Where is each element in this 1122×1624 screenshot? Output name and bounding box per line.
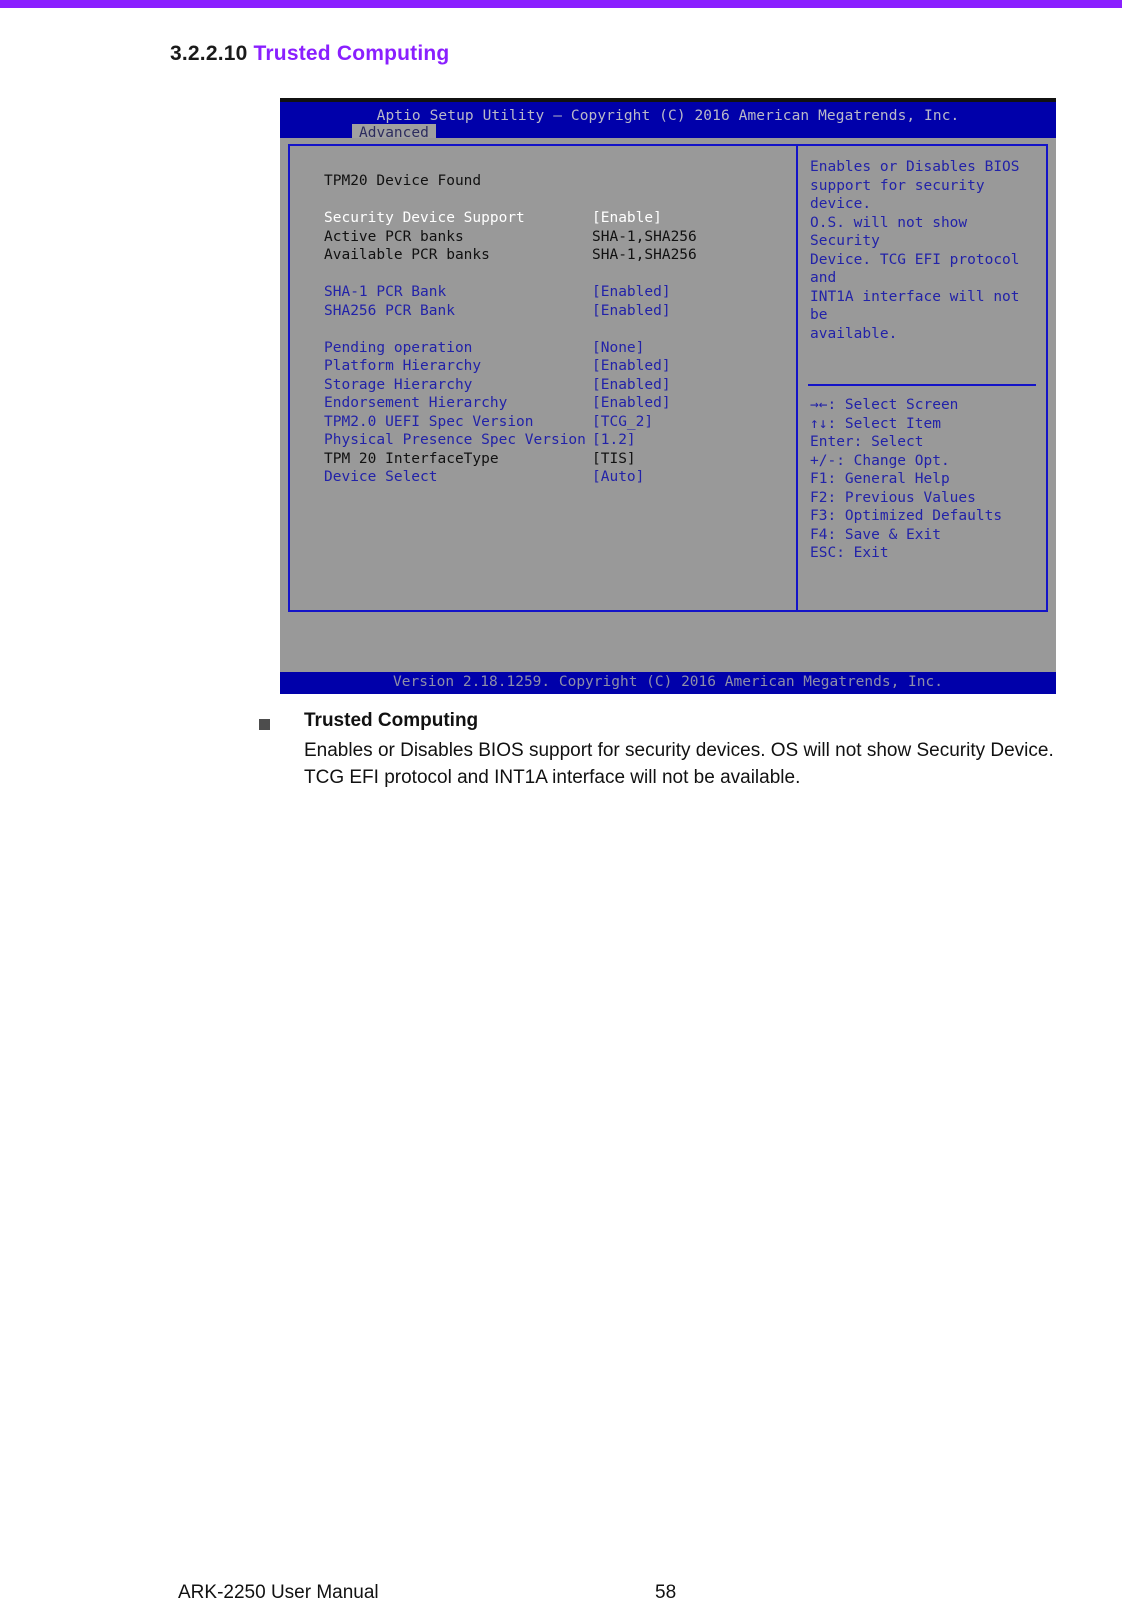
bios-setting-row[interactable]: SHA256 PCR Bank [Enabled]: [324, 302, 774, 321]
bios-help-text: Enables or Disables BIOS support for secu…: [810, 158, 1038, 343]
bios-item-list: TPM20 Device Found Security Device Suppor…: [324, 172, 774, 487]
key-legend-line: F1: General Help: [810, 471, 950, 487]
bios-setting-value[interactable]: [Enable]: [592, 209, 662, 228]
bios-setting-label: Available PCR banks: [324, 247, 490, 263]
bios-setting-row[interactable]: SHA-1 PCR Bank [Enabled]: [324, 283, 774, 302]
bios-setting-value[interactable]: [TIS]: [592, 450, 636, 469]
row-spacer: [324, 320, 774, 339]
bios-setting-value[interactable]: SHA-1,SHA256: [592, 228, 697, 247]
help-line: support for security device.: [810, 177, 985, 213]
bios-footer-bar: Version 2.18.1259. Copyright (C) 2016 Am…: [280, 672, 1056, 694]
bios-status-text: TPM20 Device Found: [324, 173, 482, 189]
bios-setting-row[interactable]: Platform Hierarchy [Enabled]: [324, 357, 774, 376]
bios-setting-value[interactable]: SHA-1,SHA256: [592, 246, 697, 265]
bios-setting-value[interactable]: [Enabled]: [592, 357, 671, 376]
bios-title-bar: Aptio Setup Utility – Copyright (C) 2016…: [280, 102, 1056, 142]
section-title: Trusted Computing: [253, 42, 450, 65]
footer-page-number: 58: [655, 1582, 677, 1603]
bios-setting-value[interactable]: [None]: [592, 339, 644, 358]
bios-setting-label: TPM2.0 UEFI Spec Version: [324, 413, 534, 430]
footer-manual-name: ARK-2250 User Manual: [178, 1582, 379, 1603]
bios-setting-value[interactable]: [Enabled]: [592, 302, 671, 321]
row-spacer: [324, 265, 774, 284]
key-legend-line: F3: Optimized Defaults: [810, 508, 1003, 524]
bios-settings-panel: TPM20 Device Found Security Device Suppor…: [288, 144, 798, 612]
key-legend-line: F2: Previous Values: [810, 489, 976, 506]
key-legend-line: +/-: Change Opt.: [810, 452, 950, 469]
bios-setting-label: Platform Hierarchy: [324, 358, 482, 374]
bullet-title: Trusted Computing: [304, 710, 479, 731]
help-line: Enables or Disables BIOS: [810, 159, 1020, 175]
bios-setting-row[interactable]: Available PCR banks SHA-1,SHA256: [324, 246, 774, 265]
bios-setting-label: Security Device Support: [324, 210, 525, 226]
bios-setting-label: Active PCR banks: [324, 228, 464, 245]
bios-setting-label: Pending operation: [324, 339, 473, 356]
bios-setting-value[interactable]: [Enabled]: [592, 394, 671, 413]
bios-setting-label: TPM 20 InterfaceType: [324, 450, 499, 467]
help-line: O.S. will not show Security: [810, 214, 968, 250]
bios-setup-screenshot: Aptio Setup Utility – Copyright (C) 2016…: [280, 98, 1056, 694]
key-legend-line: Enter: Select: [810, 434, 924, 450]
key-legend-line: →←: Select Screen: [810, 397, 959, 413]
bios-setting-value[interactable]: [Enabled]: [592, 283, 671, 302]
bios-setting-row[interactable]: Active PCR banks SHA-1,SHA256: [324, 228, 774, 247]
bios-setting-label: Physical Presence Spec Version: [324, 432, 586, 448]
bios-title-text: Aptio Setup Utility – Copyright (C) 2016…: [376, 108, 960, 124]
bios-setting-row[interactable]: TPM2.0 UEFI Spec Version [TCG_2]: [324, 413, 774, 432]
bios-setting-row[interactable]: Pending operation [None]: [324, 339, 774, 358]
row-spacer: [324, 191, 774, 210]
bios-setting-label: Device Select: [324, 469, 438, 485]
bios-setting-row[interactable]: Physical Presence Spec Version [1.2]: [324, 431, 774, 450]
bios-setting-value[interactable]: [TCG_2]: [592, 413, 653, 432]
key-legend-line: ESC: Exit: [810, 545, 889, 561]
bios-setting-label: SHA256 PCR Bank: [324, 302, 455, 319]
bios-setting-value[interactable]: [Enabled]: [592, 376, 671, 395]
bios-setting-row[interactable]: Endorsement Hierarchy [Enabled]: [324, 394, 774, 413]
bios-setting-row[interactable]: Storage Hierarchy [Enabled]: [324, 376, 774, 395]
bios-version-text: Version 2.18.1259. Copyright (C) 2016 Am…: [393, 674, 943, 690]
bios-setting-row[interactable]: Device Select [Auto]: [324, 468, 774, 487]
bios-setting-label: SHA-1 PCR Bank: [324, 284, 447, 300]
bios-setting-value[interactable]: [Auto]: [592, 468, 644, 487]
bios-setting-label: Endorsement Hierarchy: [324, 395, 508, 411]
help-line: available.: [810, 325, 898, 342]
bios-setting-label: Storage Hierarchy: [324, 376, 473, 393]
bullet-description: Enables or Disables BIOS support for sec…: [304, 740, 1054, 788]
help-line: INT1A interface will not be: [810, 288, 1020, 324]
page-title: 3.2.2.10 Trusted Computing: [170, 42, 449, 66]
section-number: 3.2.2.10: [170, 42, 248, 65]
key-legend-line: ↑↓: Select Item: [810, 415, 941, 432]
bios-setting-value[interactable]: [1.2]: [592, 431, 636, 450]
help-line: Device. TCG EFI protocol and: [810, 251, 1020, 287]
bios-setting-row[interactable]: Security Device Support [Enable]: [324, 209, 774, 228]
top-accent-bar: [0, 0, 1122, 8]
bios-body: TPM20 Device Found Security Device Suppor…: [280, 138, 1056, 666]
bios-setting-row[interactable]: TPM 20 InterfaceType [TIS]: [324, 450, 774, 469]
bullet-square-icon: [259, 719, 270, 730]
key-legend-line: F4: Save & Exit: [810, 526, 941, 543]
bios-help-panel: Enables or Disables BIOS support for secu…: [796, 144, 1048, 612]
bios-key-legend: →←: Select Screen ↑↓: Select Item Enter: S…: [810, 396, 1042, 563]
page-footer: ARK-2250 User Manual 58: [0, 1582, 1122, 1612]
help-divider: [808, 384, 1036, 386]
bios-status-line: TPM20 Device Found: [324, 172, 774, 191]
